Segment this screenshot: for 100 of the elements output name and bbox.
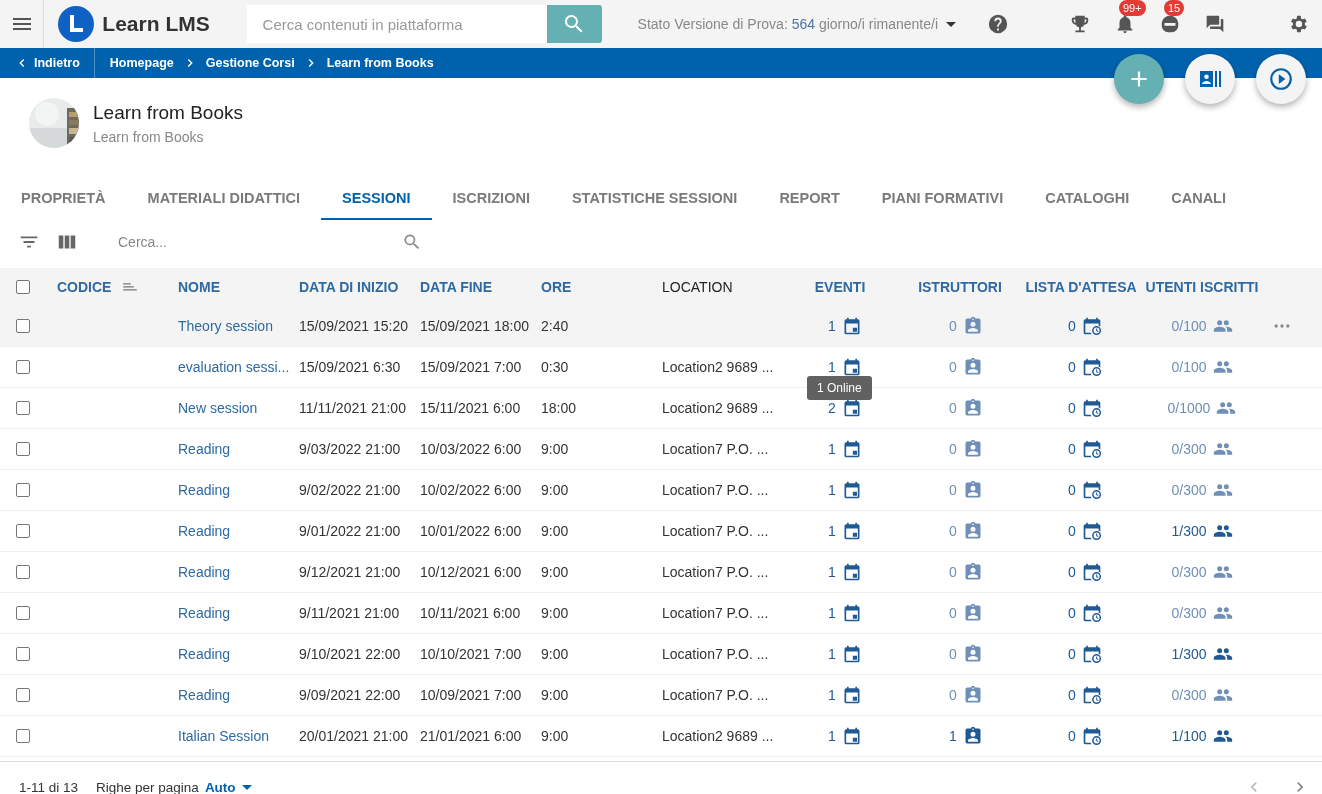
table-cell: Location7 P.O. ... (662, 441, 769, 457)
row-checkbox[interactable] (16, 524, 30, 538)
table-cell-text: 10/09/2021 7:00 (420, 687, 523, 703)
calendar-clock-icon[interactable] (1081, 357, 1102, 377)
session-name-link[interactable]: Reading (178, 687, 231, 703)
row-checkbox[interactable] (16, 401, 30, 415)
course-subtitle: Learn from Books (93, 128, 205, 145)
table-cell-text: 10/03/2022 6:00 (420, 441, 523, 457)
tab[interactable]: PIANI FORMATIVI (860, 173, 1025, 220)
column-header[interactable]: EVENTI (814, 279, 866, 295)
table-cell-text: 10/10/2021 7:00 (420, 646, 523, 662)
tab[interactable]: REPORT (758, 173, 861, 220)
enrolled-count: 0/100 (1171, 318, 1207, 334)
table-cell-text: 9:00 (541, 728, 570, 744)
calendar-clock-icon[interactable] (1081, 685, 1102, 705)
tab[interactable]: SESSIONI (321, 173, 432, 220)
column-header[interactable]: ISTRUTTORI (918, 279, 1002, 295)
row-checkbox[interactable] (16, 729, 30, 743)
enrolled-count: 1/300 (1171, 646, 1207, 662)
table-cell-text: 9/10/2021 22:00 (299, 646, 402, 662)
add-button[interactable] (1114, 54, 1164, 104)
trial-days: 564 (791, 16, 816, 32)
instructors-count: 0 (949, 441, 957, 457)
calendar-clock-icon[interactable] (1081, 603, 1102, 623)
table-cell-text: 18:00 (541, 400, 578, 416)
column-header[interactable]: DATA DI INIZIO (299, 279, 399, 295)
column-header[interactable]: NOME (178, 279, 220, 295)
enrolled-count: 0/300 (1171, 482, 1207, 498)
column-header[interactable]: LISTA D'ATTESA (1025, 279, 1137, 295)
calendar-clock-icon[interactable] (1081, 398, 1102, 418)
calendar-clock-icon[interactable] (1081, 644, 1102, 664)
play-button[interactable] (1256, 54, 1306, 104)
column-header[interactable]: CODICE (57, 279, 112, 295)
row-checkbox[interactable] (16, 688, 30, 702)
calendar-clock-icon[interactable] (1081, 439, 1102, 459)
id-card-button[interactable] (1185, 54, 1235, 104)
enrolled-count: 1/100 (1171, 728, 1207, 744)
table-cell-text: 20/01/2021 21:00 (299, 728, 409, 744)
calendar-clock-icon[interactable] (1081, 726, 1102, 746)
course-title: Learn from Books (93, 101, 243, 124)
row-checkbox[interactable] (16, 360, 30, 374)
tab[interactable]: ISCRIZIONI (431, 173, 551, 220)
table-cell-text: 9:00 (541, 605, 570, 621)
session-name-link[interactable]: Reading (178, 646, 231, 662)
row-checkbox[interactable] (16, 442, 30, 456)
logo-icon (58, 6, 95, 42)
calendar-clock-icon[interactable] (1081, 480, 1102, 500)
table-cell: Location2 9689 ... (662, 400, 774, 416)
tab[interactable]: PROPRIETÀ (0, 173, 127, 220)
back-button[interactable]: Indietro (0, 48, 95, 78)
events-count: 1 (828, 646, 836, 662)
table-cell-text: 9/02/2022 21:00 (299, 482, 402, 498)
waitlist-count: 0 (1068, 605, 1076, 621)
tab[interactable]: STATISTICHE SESSIONI (550, 173, 759, 220)
row-checkbox[interactable] (16, 647, 30, 661)
table-cell: Location7 P.O. ... (662, 687, 769, 703)
instructors-count: 0 (949, 564, 957, 580)
column-header[interactable]: ORE (541, 279, 572, 295)
row-checkbox[interactable] (16, 483, 30, 497)
instructors-count: 0 (949, 687, 957, 703)
table-cell-text: 9/11/2021 21:00 (299, 605, 401, 621)
enrolled-count: 0/300 (1171, 564, 1207, 580)
tab[interactable]: CATALOGHI (1024, 173, 1151, 220)
breadcrumb-link[interactable]: Homepage (109, 56, 174, 70)
session-name-link[interactable]: Italian Session (178, 728, 270, 744)
calendar-clock-icon[interactable] (1081, 316, 1102, 336)
table-cell: Location2 9689 ... (662, 728, 774, 744)
caret-icon (241, 784, 252, 790)
session-name-link[interactable]: Reading (178, 605, 231, 621)
session-name-link[interactable]: Reading (178, 523, 231, 539)
session-name-link[interactable]: evaluation sessi... (178, 359, 290, 375)
table-cell-text: 21/01/2021 6:00 (420, 728, 523, 744)
tab[interactable]: MATERIALI DIDATTICI (126, 173, 322, 220)
table-cell: Location7 P.O. ... (662, 564, 769, 580)
help-button[interactable] (986, 12, 1010, 36)
session-name-link[interactable]: Reading (178, 482, 231, 498)
row-checkbox[interactable] (16, 565, 30, 579)
session-name-link[interactable]: Reading (178, 564, 231, 580)
tab[interactable]: CANALI (1150, 173, 1247, 220)
help-icon (987, 13, 1009, 35)
search-field[interactable]: Cerca contenuti in piattaforma (246, 5, 547, 43)
session-name-link[interactable]: Reading (178, 441, 231, 457)
select-all-checkbox[interactable] (16, 280, 30, 294)
column-header[interactable]: UTENTI ISCRITTI (1145, 279, 1259, 295)
enrolled-count: 0/300 (1171, 605, 1207, 621)
breadcrumb-link[interactable]: Gestione Corsi (205, 56, 295, 70)
instructors-count: 1 (949, 728, 957, 744)
row-checkbox[interactable] (16, 606, 30, 620)
search-button[interactable] (402, 232, 422, 252)
page-range: 1-11 di 13 (19, 779, 79, 794)
column-header[interactable]: DATA FINE (420, 279, 493, 295)
calendar-clock-icon[interactable] (1081, 562, 1102, 582)
rows-per-page-select[interactable]: Auto (204, 779, 252, 794)
breadcrumb-link[interactable]: Learn from Books (326, 56, 434, 70)
waitlist-count: 0 (1068, 441, 1076, 457)
row-checkbox[interactable] (16, 319, 30, 333)
session-name-link[interactable]: New session (178, 400, 258, 416)
session-name-link[interactable]: Theory session (178, 318, 273, 334)
waitlist-count: 0 (1068, 728, 1076, 744)
calendar-clock-icon[interactable] (1081, 521, 1102, 541)
